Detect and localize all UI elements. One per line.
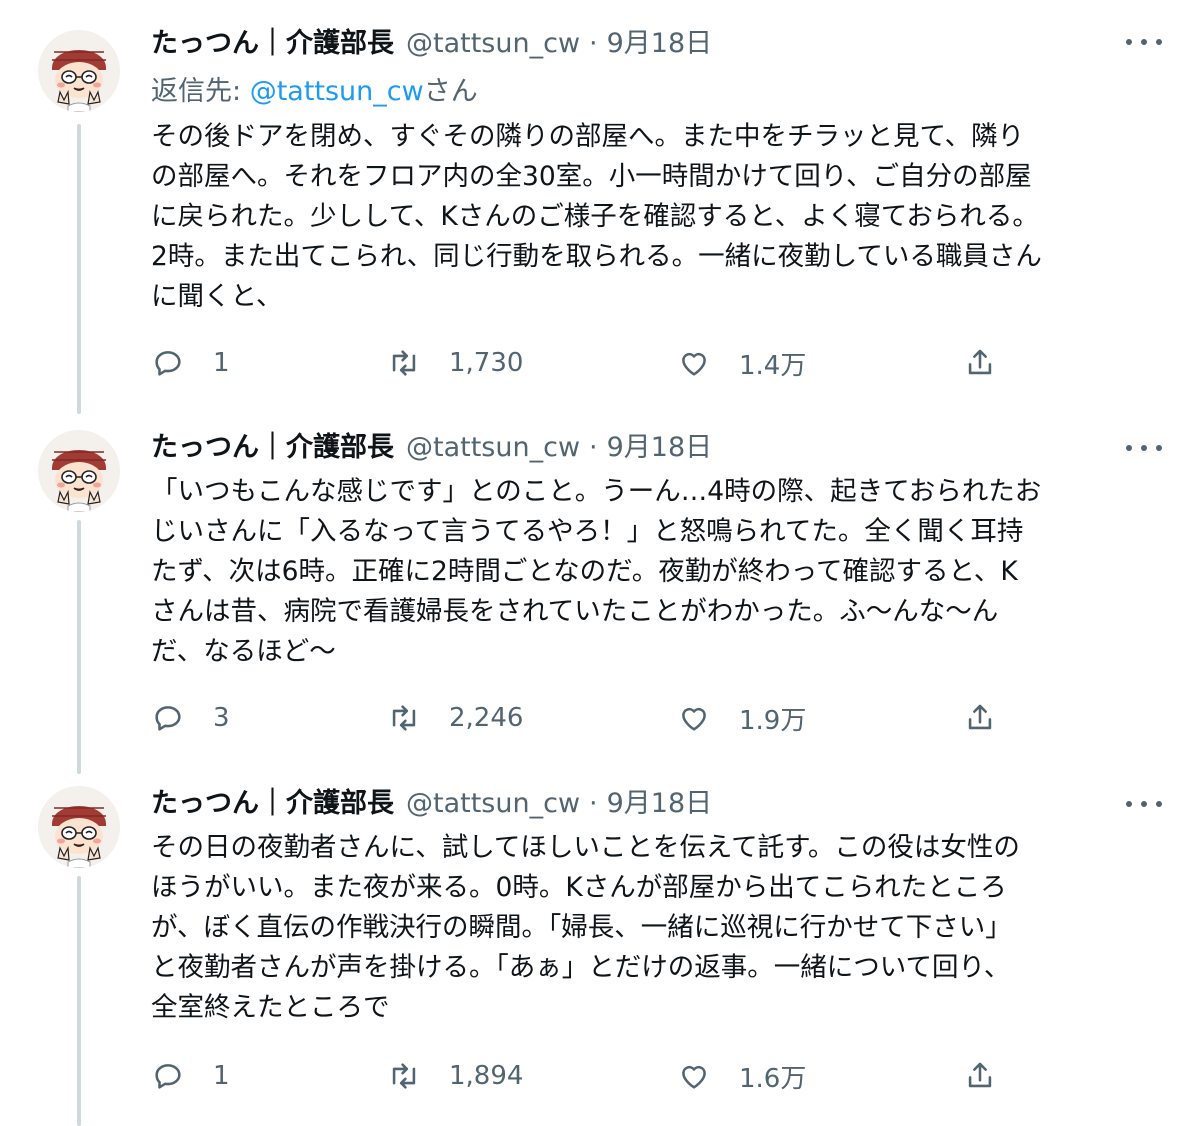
- heart-icon: [682, 352, 706, 376]
- tweet-text: 「いつもこんな感じです」とのこと。うーん…4時の際、起きておられたお じいさんに…: [151, 476, 1042, 667]
- share-button[interactable]: [963, 343, 997, 383]
- reply-button[interactable]: 1: [151, 343, 230, 383]
- heart-icon: [682, 707, 706, 731]
- retweet-count: 2,246: [449, 703, 524, 733]
- share-button[interactable]: [963, 698, 997, 738]
- retweet-button[interactable]: 1,730: [387, 343, 523, 383]
- tweet-actions: 1 1,730 1.4万: [151, 343, 1192, 383]
- separator-dot: ·: [589, 28, 598, 59]
- reply-count: 1: [213, 1061, 230, 1091]
- separator-dot: ·: [589, 432, 598, 463]
- author-handle[interactable]: @tattsun_cw: [406, 786, 580, 822]
- tweet-header: たっつん｜介護部長 @tattsun_cw · 9月18日: [151, 784, 1162, 824]
- reply-icon: [155, 706, 181, 731]
- avatar[interactable]: [38, 786, 120, 868]
- avatar[interactable]: [38, 30, 120, 112]
- retweet-icon: [392, 350, 416, 376]
- reply-button[interactable]: 1: [151, 1056, 230, 1096]
- more-options-icon[interactable]: [1126, 32, 1162, 52]
- tweet-date[interactable]: 9月18日: [607, 786, 713, 822]
- author-handle[interactable]: @tattsun_cw: [406, 430, 580, 466]
- retweet-count: 1,894: [449, 1061, 524, 1091]
- tweet-date[interactable]: 9月18日: [607, 26, 713, 62]
- author-display-name[interactable]: たっつん｜介護部長: [151, 26, 394, 62]
- tweet-text: その日の夜勤者さんに、試してほしいことを伝えて託す。この役は女性の ほうがいい。…: [151, 832, 1020, 1023]
- share-icon: [968, 1062, 992, 1088]
- tweet-text: その後ドアを閉め、すぐその隣りの部屋へ。また中をチラッと見て、隣り の部屋へ。そ…: [151, 121, 1042, 312]
- more-options-icon[interactable]: [1126, 438, 1162, 458]
- more-options-icon[interactable]: [1126, 794, 1162, 814]
- tweet-actions: 3 2,246 1.9万: [151, 698, 1192, 738]
- reply-to-suffix: さん: [423, 76, 478, 107]
- retweet-button[interactable]: 2,246: [387, 698, 523, 738]
- cartoon-avatar-icon: [38, 30, 120, 112]
- author-handle[interactable]: @tattsun_cw: [406, 26, 580, 62]
- like-count: 1.6万: [739, 1063, 807, 1094]
- heart-icon: [682, 1065, 706, 1089]
- reply-count: 1: [213, 348, 230, 378]
- like-count: 1.9万: [739, 705, 807, 736]
- reply-to-line: 返信先: @tattsun_cwさん: [151, 74, 478, 110]
- retweet-icon: [392, 1063, 416, 1089]
- like-button[interactable]: 1.4万: [677, 343, 806, 383]
- retweet-icon: [392, 705, 416, 731]
- tweet-actions: 1 1,894 1.6万: [151, 1056, 1192, 1096]
- separator-dot: ·: [589, 788, 598, 819]
- avatar[interactable]: [38, 430, 120, 512]
- retweet-button[interactable]: 1,894: [387, 1056, 523, 1096]
- share-icon: [968, 704, 992, 730]
- tweet-header: たっつん｜介護部長 @tattsun_cw · 9月18日: [151, 24, 1162, 64]
- author-display-name[interactable]: たっつん｜介護部長: [151, 430, 394, 466]
- reply-count: 3: [213, 703, 230, 733]
- reply-button[interactable]: 3: [151, 698, 230, 738]
- author-display-name[interactable]: たっつん｜介護部長: [151, 786, 394, 822]
- tweet-thread: たっつん｜介護部長 @tattsun_cw · 9月18日 返信先: @tatt…: [0, 0, 1192, 1126]
- share-button[interactable]: [963, 1056, 997, 1096]
- reply-icon: [155, 351, 181, 376]
- cartoon-avatar-icon: [38, 786, 120, 868]
- reply-to-label: 返信先:: [151, 76, 250, 107]
- share-icon: [968, 349, 992, 375]
- like-button[interactable]: 1.9万: [677, 698, 806, 738]
- tweet-header: たっつん｜介護部長 @tattsun_cw · 9月18日: [151, 428, 1162, 468]
- cartoon-avatar-icon: [38, 430, 120, 512]
- retweet-count: 1,730: [449, 348, 524, 378]
- reply-icon: [155, 1064, 181, 1089]
- tweet-date[interactable]: 9月18日: [607, 430, 713, 466]
- like-count: 1.4万: [739, 350, 807, 381]
- reply-to-mention[interactable]: @tattsun_cw: [250, 76, 424, 107]
- like-button[interactable]: 1.6万: [677, 1056, 806, 1096]
